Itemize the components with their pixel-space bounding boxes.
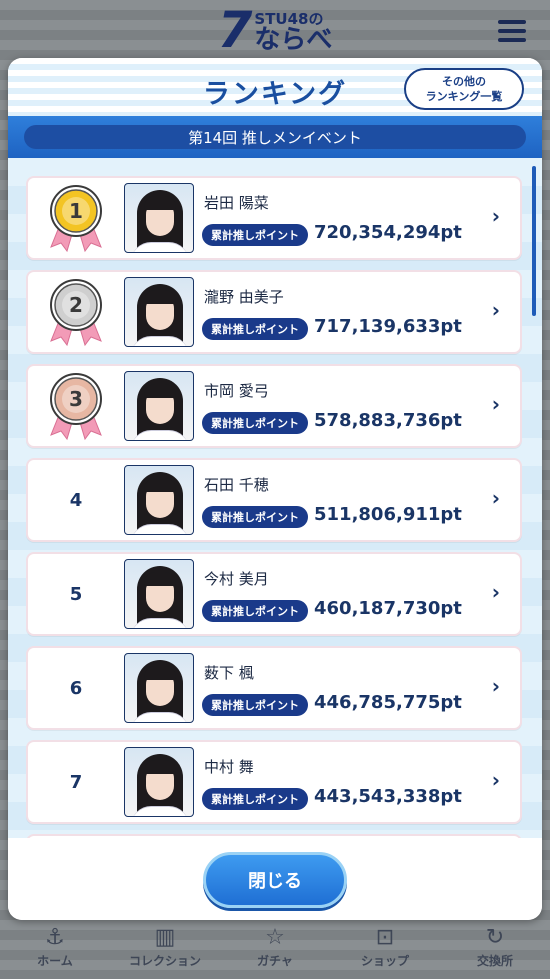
member-photo: [124, 465, 194, 535]
points-value: 578,883,736pt: [314, 410, 462, 431]
points-value: 511,806,911pt: [314, 504, 462, 525]
points-value: 720,354,294pt: [314, 222, 462, 243]
ranking-row[interactable]: 1 岩田 陽菜累計推しポイント 720,354,294pt ›: [26, 176, 522, 260]
points-badge: 累計推しポイント: [202, 788, 308, 810]
event-banner: 第14回 推しメンイベント: [8, 116, 542, 158]
gold-medal-icon: 1: [50, 185, 102, 253]
rank-slot: 3: [28, 366, 124, 446]
points-value: 717,139,633pt: [314, 316, 462, 337]
hamburger-menu-icon[interactable]: [498, 20, 526, 42]
member-photo: [124, 277, 194, 347]
chevron-right-icon[interactable]: ›: [492, 486, 500, 510]
points-value: 460,187,730pt: [314, 598, 462, 619]
event-title: 第14回 推しメンイベント: [24, 125, 526, 149]
points-badge: 累計推しポイント: [202, 506, 308, 528]
nav-label: コレクション: [128, 954, 201, 968]
other-rankings-button[interactable]: その他の ランキング一覧: [404, 68, 524, 110]
points-badge: 累計推しポイント: [202, 412, 308, 434]
chevron-right-icon[interactable]: ›: [492, 392, 500, 416]
medal-rank-number: 3: [69, 387, 83, 411]
points-badge: 累計推しポイント: [202, 694, 308, 716]
nav-item-home[interactable]: ⚓ ホーム: [5, 926, 105, 969]
nav-item-shop[interactable]: ⊡ ショップ: [335, 926, 435, 969]
rank-slot: 5: [28, 554, 124, 634]
chevron-right-icon[interactable]: ›: [492, 204, 500, 228]
other-rankings-label-line1: その他の: [442, 75, 486, 88]
rank-slot: 4: [28, 460, 124, 540]
silver-medal-icon: 2: [50, 279, 102, 347]
chevron-right-icon[interactable]: ›: [492, 674, 500, 698]
chevron-right-icon[interactable]: ›: [492, 768, 500, 792]
modal-footer: 閉じる: [8, 838, 542, 920]
rank-number: 7: [69, 771, 83, 793]
member-name: 岩田 陽菜: [204, 194, 269, 212]
nav-item-exchange[interactable]: ↻ 交換所: [445, 926, 545, 969]
nav-label: ガチャ: [257, 954, 293, 968]
collection-icon: ▥: [154, 925, 176, 950]
points-value: 443,543,338pt: [314, 786, 462, 807]
member-photo: [124, 371, 194, 441]
nav-label: ショップ: [360, 954, 409, 968]
member-name: 石田 千穂: [204, 476, 269, 494]
medal-rank-number: 2: [69, 293, 83, 317]
other-rankings-label-line2: ランキング一覧: [425, 90, 503, 103]
gacha-icon: ☆: [265, 925, 285, 950]
member-name: 瀧野 由美子: [204, 288, 284, 306]
rank-slot: 7: [28, 742, 124, 822]
ranking-row[interactable]: 3 市岡 愛弓累計推しポイント 578,883,736pt ›: [26, 364, 522, 448]
nav-item-collection[interactable]: ▥ コレクション: [115, 926, 215, 969]
nav-item-gacha[interactable]: ☆ ガチャ: [225, 926, 325, 969]
member-name: 市岡 愛弓: [204, 382, 269, 400]
cart-icon: ⊡: [375, 925, 395, 950]
ranking-row[interactable]: 7 中村 舞累計推しポイント 443,543,338pt ›: [26, 740, 522, 824]
close-button[interactable]: 閉じる: [203, 852, 347, 908]
points-badge: 累計推しポイント: [202, 224, 308, 246]
ranking-row[interactable]: 2 瀧野 由美子累計推しポイント 717,139,633pt ›: [26, 270, 522, 354]
member-name: 中村 舞: [204, 758, 254, 776]
member-photo: [124, 653, 194, 723]
member-photo: [124, 183, 194, 253]
nav-label: ホーム: [37, 954, 73, 968]
points-badge: 累計推しポイント: [202, 318, 308, 340]
rank-slot: 6: [28, 648, 124, 728]
ranking-modal: ランキング その他の ランキング一覧 第14回 推しメンイベント 1 岩田 陽菜累…: [8, 58, 542, 920]
rank-number: 4: [69, 489, 83, 511]
ranking-row[interactable]: 6 薮下 楓累計推しポイント 446,785,775pt ›: [26, 646, 522, 730]
medal-rank-number: 1: [69, 199, 83, 223]
ranking-row[interactable]: 5 今村 美月累計推しポイント 460,187,730pt ›: [26, 552, 522, 636]
ranking-list[interactable]: 1 岩田 陽菜 累計推しポイント 720,354,294pt › 2 瀧野 由美子 累計推しポ…: [8, 158, 542, 838]
scrollbar-thumb[interactable]: [532, 166, 536, 316]
nav-label: 交換所: [476, 954, 513, 968]
rank-slot: 2: [28, 272, 124, 352]
member-name: 薮下 楓: [204, 664, 254, 682]
rank-slot: 1: [28, 178, 124, 258]
ranking-row[interactable]: 4 石田 千穂累計推しポイント 511,806,911pt ›: [26, 458, 522, 542]
member-photo: [124, 559, 194, 629]
rank-number: 5: [69, 583, 83, 605]
logo-number: 7: [217, 1, 253, 59]
app-logo: 7 STU48の ならべ: [217, 1, 333, 59]
top-bar: 7 STU48の ならべ: [0, 0, 550, 60]
chevron-right-icon[interactable]: ›: [492, 580, 500, 604]
anchor-icon: ⚓: [45, 925, 65, 950]
exchange-icon: ↻: [485, 925, 505, 950]
points-value: 446,785,775pt: [314, 692, 462, 713]
member-name: 今村 美月: [204, 570, 269, 588]
modal-header: ランキング その他の ランキング一覧: [8, 58, 542, 116]
member-photo: [124, 747, 194, 817]
bottom-nav: ⚓ ホーム ▥ コレクション ☆ ガチャ ⊡ ショップ ↻ 交換所: [0, 917, 550, 979]
bronze-medal-icon: 3: [50, 373, 102, 441]
rank-number: 6: [69, 677, 83, 699]
logo-bottom-text: ならべ: [254, 25, 333, 55]
chevron-right-icon[interactable]: ›: [492, 298, 500, 322]
points-badge: 累計推しポイント: [202, 600, 308, 622]
